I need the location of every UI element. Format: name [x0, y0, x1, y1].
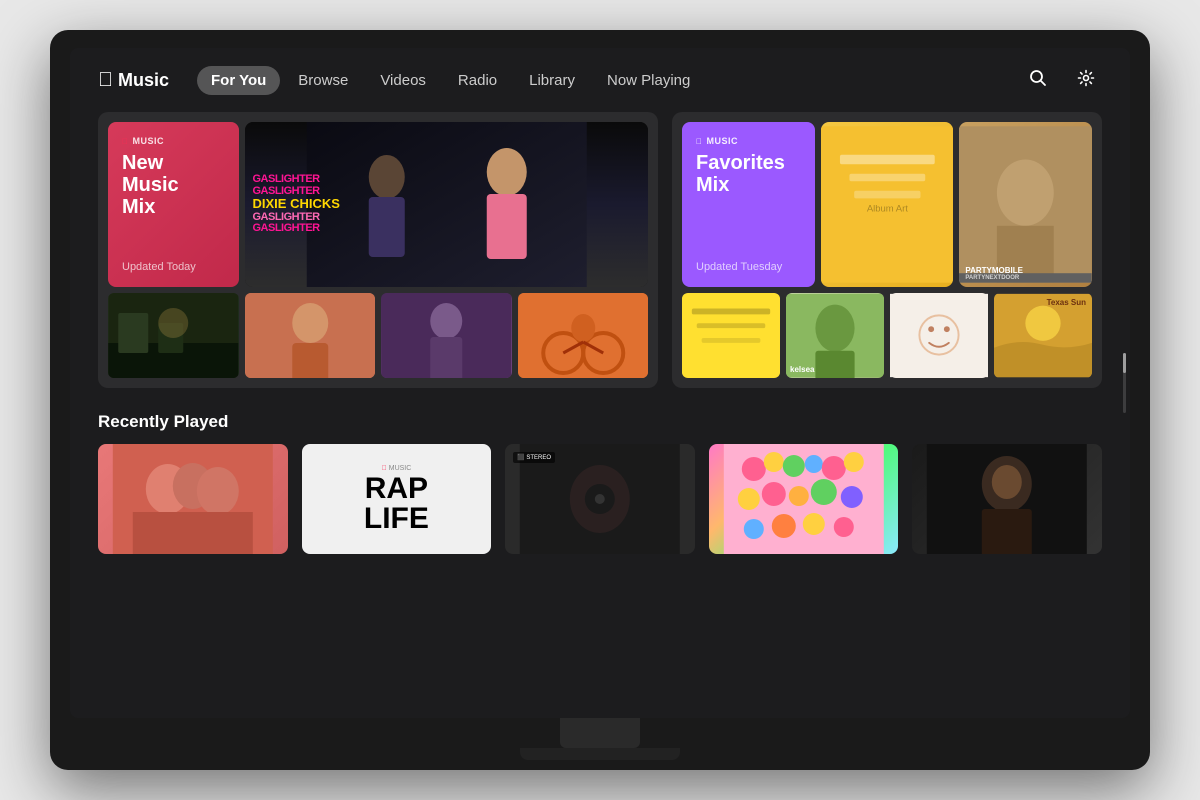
search-button[interactable]: [1022, 64, 1054, 96]
screen-content:  Music For You Browse Videos Radio Libr…: [70, 48, 1130, 718]
search-icon: [1029, 69, 1047, 92]
album-thumb-3[interactable]: [381, 293, 512, 378]
new-music-label:  MUSIC: [122, 136, 225, 146]
tv-base: [520, 748, 680, 760]
yellow-album[interactable]: Album Art: [821, 122, 954, 287]
app-logo:  Music: [98, 69, 169, 92]
kelsea-label: kelsea: [790, 365, 814, 374]
favorites-title: Favorites Mix: [696, 152, 801, 196]
texas-sun-text: Texas Sun: [1047, 299, 1086, 308]
album-thumb-4[interactable]: [518, 293, 649, 378]
recently-played-title: Recently Played: [98, 412, 1102, 432]
album-thumb-1[interactable]: [108, 293, 239, 378]
favorites-mix-hero[interactable]:  MUSIC Favorites Mix Updated Tuesday: [682, 122, 815, 287]
partymobile-album[interactable]: PARTYMOBILE PARTYNEXTDOOR: [959, 122, 1092, 287]
nav-item-for-you[interactable]: For You: [197, 66, 280, 95]
recent-card-rap-life[interactable]:  MUSIC RAP LIFE: [302, 444, 492, 554]
main-content:  MUSIC New Music Mix Updated Today: [70, 112, 1130, 718]
new-music-mix-card[interactable]:  MUSIC New Music Mix Updated Today: [98, 112, 658, 388]
recently-played-row:  MUSIC RAP LIFE ⬛ STEREO: [98, 444, 1102, 554]
nav-icons: [1022, 64, 1102, 96]
nav-items: For You Browse Videos Radio Library Now …: [197, 66, 1014, 95]
recent-card-3[interactable]: ⬛ STEREO: [505, 444, 695, 554]
favorites-mix-card[interactable]:  MUSIC Favorites Mix Updated Tuesday: [672, 112, 1102, 388]
nav-item-browse[interactable]: Browse: [284, 66, 362, 95]
nav-item-videos[interactable]: Videos: [366, 66, 440, 95]
yellow-small-album[interactable]: [682, 293, 780, 378]
album-thumb-2[interactable]: [245, 293, 376, 378]
featured-row:  MUSIC New Music Mix Updated Today: [98, 112, 1102, 388]
recently-played-section: Recently Played: [98, 412, 1102, 554]
new-music-updated: Updated Today: [122, 261, 225, 273]
new-music-title: New Music Mix: [122, 152, 225, 218]
app-title: Music: [118, 70, 169, 91]
apple-icon: : [98, 69, 113, 92]
small-albums-row: [108, 293, 648, 378]
new-music-mix-hero[interactable]:  MUSIC New Music Mix Updated Today: [108, 122, 239, 287]
navigation-bar:  Music For You Browse Videos Radio Libr…: [70, 48, 1130, 112]
smile-album[interactable]: [890, 293, 988, 378]
favorites-label:  MUSIC: [696, 136, 801, 146]
settings-icon: [1077, 69, 1095, 92]
rap-life-content:  MUSIC RAP LIFE: [364, 465, 429, 534]
dancer-album[interactable]: Texas Sun: [994, 293, 1092, 378]
rap-life-badge:  MUSIC: [381, 465, 411, 472]
favorites-bottom-row: kelsea: [682, 293, 1092, 378]
gaslighter-card[interactable]: GASLIGHTER GASLIGHTER DIXIE CHICKS GASLI…: [245, 122, 649, 287]
nav-item-now-playing[interactable]: Now Playing: [593, 66, 704, 95]
kelsea-album[interactable]: kelsea: [786, 293, 884, 378]
nav-item-radio[interactable]: Radio: [444, 66, 511, 95]
partymobile-text: PARTYMOBILE PARTYNEXTDOOR: [965, 266, 1086, 281]
tv-screen:  Music For You Browse Videos Radio Libr…: [70, 48, 1130, 718]
gaslighter-text: GASLIGHTER GASLIGHTER DIXIE CHICKS GASLI…: [245, 122, 649, 287]
settings-button[interactable]: [1070, 64, 1102, 96]
rap-life-text: RAP LIFE: [364, 474, 429, 534]
stereo-badge: ⬛ STEREO: [513, 452, 555, 463]
favorites-updated: Updated Tuesday: [696, 261, 801, 273]
recent-card-flowers[interactable]: [709, 444, 899, 554]
nav-item-library[interactable]: Library: [515, 66, 589, 95]
tv-stand: [560, 718, 640, 748]
svg-text:Album Art: Album Art: [866, 204, 907, 215]
tv-frame:  Music For You Browse Videos Radio Libr…: [50, 30, 1150, 770]
recent-card-1[interactable]: [98, 444, 288, 554]
scroll-thumb: [1123, 353, 1126, 373]
scroll-indicator: [1123, 353, 1126, 413]
recent-card-portrait[interactable]: [912, 444, 1102, 554]
